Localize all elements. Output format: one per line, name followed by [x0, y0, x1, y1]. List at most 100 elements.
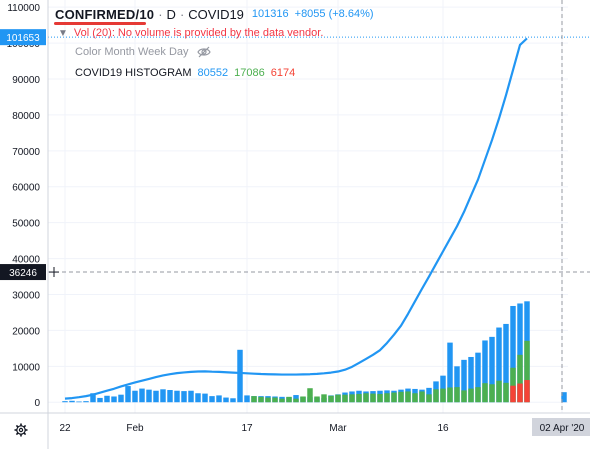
bar-blue — [202, 393, 208, 403]
x-tick-label: 02 Apr '20 — [540, 423, 585, 434]
bar-blue — [118, 394, 124, 403]
x-tick-label: Mar — [329, 423, 347, 434]
crosshair-label: 36246 — [9, 268, 37, 279]
y-tick-label: 20000 — [12, 326, 40, 337]
bar-green — [475, 387, 481, 403]
bar-green — [335, 394, 341, 403]
bar-green — [426, 394, 432, 403]
bar-blue — [153, 390, 159, 403]
bar-green — [503, 382, 509, 403]
y-tick-label: 90000 — [12, 75, 40, 86]
volume-notice-row[interactable]: ▼ Vol (20): No volume is provided by the… — [58, 25, 323, 41]
bar-green — [370, 393, 376, 403]
bar-green — [447, 387, 453, 403]
bar-green — [405, 391, 411, 403]
hist-value-red: 6174 — [270, 67, 296, 79]
y-tick-label: 60000 — [12, 183, 40, 194]
separator-dot: · — [158, 6, 163, 22]
x-tick-label: 17 — [241, 423, 253, 434]
hist-value-blue: 80552 — [197, 67, 229, 79]
bar-blue — [160, 389, 166, 403]
study-row[interactable]: Color Month Week Day — [75, 44, 211, 60]
bar-green — [496, 380, 502, 403]
bar-blue — [97, 397, 103, 403]
bar-blue — [132, 390, 138, 403]
study-name: Color Month Week Day — [75, 46, 189, 58]
bar-blue — [167, 390, 173, 403]
x-tick-label: 16 — [437, 423, 449, 434]
y-tick-label: 70000 — [12, 147, 40, 158]
x-tick-label: Feb — [126, 423, 144, 434]
bar-green — [328, 395, 334, 403]
current-price-label: 101653 — [6, 33, 40, 44]
gear-icon[interactable] — [14, 423, 28, 437]
bar-green — [321, 394, 327, 403]
bar-blue — [104, 395, 110, 403]
bar-green — [391, 392, 397, 403]
bar-green — [307, 388, 313, 403]
bar-blue — [125, 386, 131, 403]
y-tick-label: 110000 — [7, 3, 40, 14]
bar-green — [489, 384, 495, 403]
line-series — [64, 37, 528, 400]
bar-green — [342, 394, 348, 403]
hidden-eye-icon[interactable] — [196, 46, 211, 58]
chart-header[interactable]: CONFIRMED/10 · D · COVID19 101316 +8055 … — [55, 4, 374, 24]
bar-blue — [83, 401, 89, 403]
bar-blue — [76, 401, 82, 403]
bar-blue — [181, 391, 187, 403]
bar-green — [258, 396, 264, 403]
symbol-title[interactable]: CONFIRMED/10 — [55, 7, 154, 22]
bar-green — [314, 396, 320, 403]
last-price: 101316 — [251, 8, 289, 20]
bar-green — [272, 397, 278, 403]
bar-green — [398, 391, 404, 403]
bar-green — [419, 391, 425, 403]
x-tick-label: 22 — [59, 423, 71, 434]
bar-blue — [216, 395, 222, 403]
bar-green — [461, 390, 467, 403]
bar-blue — [209, 396, 215, 403]
histogram-name: COVID19 HISTOGRAM — [75, 67, 192, 79]
hist-value-green: 17086 — [234, 67, 265, 79]
bar-green — [454, 387, 460, 403]
source-label: COVID19 — [188, 6, 244, 22]
bar-blue — [230, 398, 236, 403]
price-change: +8055 (+8.64%) — [294, 8, 374, 20]
bar-green — [440, 388, 446, 403]
bar-blue — [223, 397, 229, 403]
y-tick-label: 40000 — [12, 255, 40, 266]
bar-red — [510, 385, 516, 403]
bar-green — [293, 398, 299, 403]
bar-green — [356, 393, 362, 403]
y-tick-label: 30000 — [12, 290, 40, 301]
bar-blue — [69, 400, 75, 403]
bar-blue — [244, 395, 250, 403]
y-tick-label: 50000 — [12, 219, 40, 230]
chevron-down-icon[interactable]: ▼ — [58, 28, 68, 39]
bar-green — [279, 398, 285, 403]
y-tick-label: 10000 — [12, 362, 40, 373]
y-tick-label: 0 — [34, 398, 40, 409]
bar-blue — [188, 390, 194, 403]
volume-notice: Vol (20): No volume is provided by the d… — [73, 27, 324, 39]
bar-red — [517, 383, 523, 403]
bar-blue — [139, 388, 145, 403]
bar-green — [433, 389, 439, 403]
separator-dot-2: · — [179, 6, 185, 22]
bar-green — [363, 393, 369, 403]
bar-green — [384, 393, 390, 403]
bar-green — [377, 393, 383, 403]
bar-green — [300, 396, 306, 403]
bar-blue — [111, 396, 117, 403]
bar-green — [482, 383, 488, 403]
bar-green — [286, 396, 292, 403]
bar-blue — [174, 390, 180, 403]
histogram-legend-row[interactable]: COVID19 HISTOGRAM 80552 17086 6174 — [75, 65, 295, 81]
histogram-bars — [62, 301, 567, 403]
bar-blue — [146, 389, 152, 403]
bar-green — [265, 397, 271, 403]
interval-label[interactable]: D — [167, 7, 176, 22]
bar-blue — [62, 401, 68, 403]
bar-red — [524, 380, 530, 403]
